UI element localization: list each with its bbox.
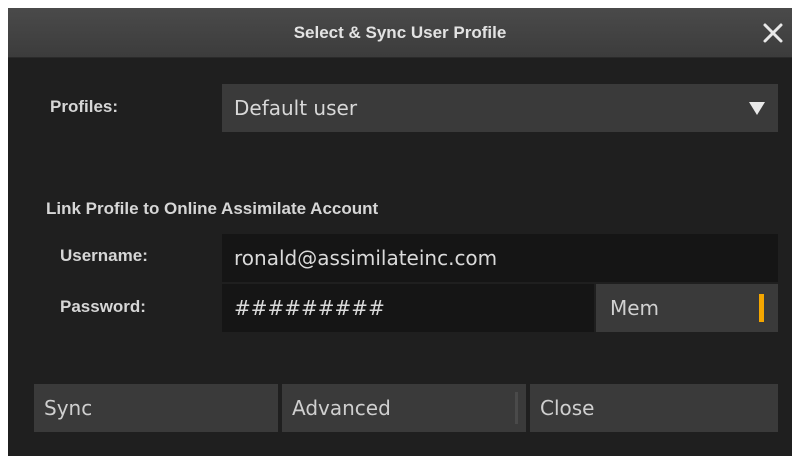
username-field[interactable]: ronald@assimilateinc.com <box>222 234 778 282</box>
divider <box>515 392 518 424</box>
close-icon[interactable] <box>760 20 786 46</box>
sync-button-label: Sync <box>44 396 93 420</box>
link-profile-heading: Link Profile to Online Assimilate Accoun… <box>46 199 379 218</box>
advanced-button[interactable]: Advanced <box>282 384 526 432</box>
dialog-title: Select & Sync User Profile <box>293 23 507 42</box>
username-value: ronald@assimilateinc.com <box>234 246 498 270</box>
password-value: ######### <box>234 296 385 320</box>
select-sync-user-profile-dialog: Select & Sync User Profile Profiles: Def… <box>8 8 792 456</box>
triangle-down-icon <box>748 99 766 117</box>
close-button[interactable]: Close <box>530 384 778 432</box>
profiles-selected-value: Default user <box>234 96 358 120</box>
close-button-label: Close <box>540 396 595 420</box>
profiles-dropdown[interactable]: Default user <box>222 84 778 132</box>
profiles-label: Profiles: <box>50 97 119 116</box>
password-label: Password: <box>60 297 146 316</box>
mem-label: Mem <box>610 296 660 320</box>
password-field[interactable]: ######### <box>222 284 594 332</box>
advanced-button-label: Advanced <box>292 396 391 420</box>
mem-indicator <box>759 294 764 322</box>
titlebar: Select & Sync User Profile <box>8 8 792 58</box>
username-label: Username: <box>60 246 148 265</box>
mem-button[interactable]: Mem <box>596 284 778 332</box>
sync-button[interactable]: Sync <box>34 384 278 432</box>
